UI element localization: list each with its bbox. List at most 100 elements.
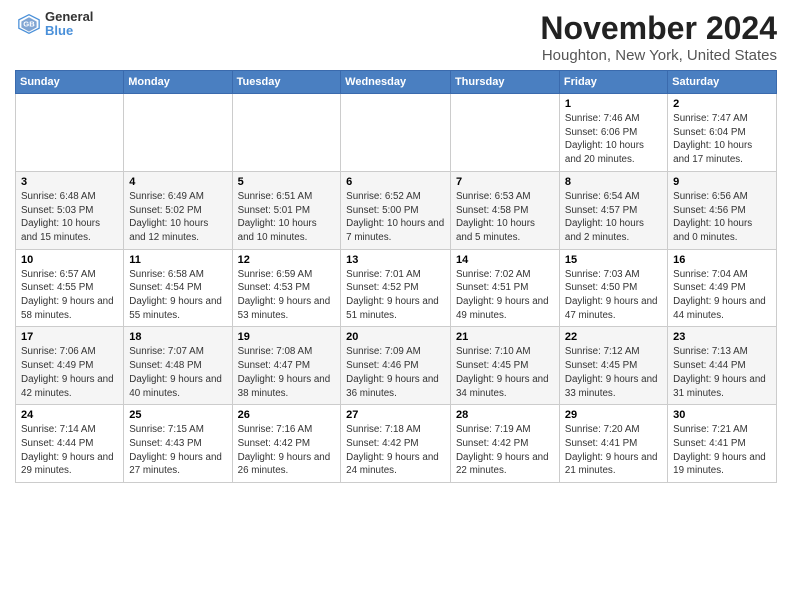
day-number: 27	[346, 409, 445, 421]
day-number: 25	[129, 409, 226, 421]
day-number: 14	[456, 254, 554, 266]
calendar-cell: 25 Sunrise: 7:15 AM Sunset: 4:43 PM Dayli…	[124, 405, 232, 483]
day-info: Sunrise: 6:53 AM Sunset: 4:58 PM Dayligh…	[456, 190, 554, 245]
day-of-week-header: Tuesday	[232, 71, 341, 94]
month-title: November 2024	[540, 10, 777, 47]
calendar-cell: 19Sunrise: 7:08 AM Sunset: 4:47 PM Dayli…	[232, 327, 341, 405]
calendar-cell: 15 Sunrise: 7:03 AM Sunset: 4:50 PM Dayli…	[559, 249, 667, 327]
day-info: Sunrise: 6:57 AM Sunset: 4:55 PM Dayligh…	[21, 268, 118, 323]
day-number: 23	[673, 331, 771, 343]
day-of-week-header: Thursday	[450, 71, 559, 94]
day-info: Sunrise: 7:47 AM Sunset: 6:04 PM Dayligh…	[673, 112, 771, 167]
day-number: 7	[456, 176, 554, 188]
calendar-cell: 18Sunrise: 7:07 AM Sunset: 4:48 PM Dayli…	[124, 327, 232, 405]
calendar-cell: 6 Sunrise: 6:52 AM Sunset: 5:00 PM Daylig…	[341, 171, 451, 249]
day-info: Sunrise: 7:06 AM Sunset: 4:49 PM Dayligh…	[21, 345, 118, 400]
calendar-cell	[341, 94, 451, 172]
day-number: 1	[565, 98, 662, 110]
day-info: Sunrise: 7:18 AM Sunset: 4:42 PM Dayligh…	[346, 423, 445, 478]
calendar-cell: 10 Sunrise: 6:57 AM Sunset: 4:55 PM Dayli…	[16, 249, 124, 327]
day-info: Sunrise: 7:21 AM Sunset: 4:41 PM Dayligh…	[673, 423, 771, 478]
logo-icon: GB	[15, 13, 43, 35]
day-of-week-header: Friday	[559, 71, 667, 94]
day-number: 6	[346, 176, 445, 188]
calendar-cell	[16, 94, 124, 172]
calendar-cell: 1 Sunrise: 7:46 AM Sunset: 6:06 PM Daylig…	[559, 94, 667, 172]
calendar-week-row: 3 Sunrise: 6:48 AM Sunset: 5:03 PM Daylig…	[16, 171, 777, 249]
main-container: GB General Blue November 2024 Houghton, …	[0, 0, 792, 493]
calendar-cell: 20 Sunrise: 7:09 AM Sunset: 4:46 PM Dayli…	[341, 327, 451, 405]
svg-text:GB: GB	[23, 20, 35, 29]
day-info: Sunrise: 6:48 AM Sunset: 5:03 PM Dayligh…	[21, 190, 118, 245]
day-number: 22	[565, 331, 662, 343]
calendar-week-row: 24 Sunrise: 7:14 AM Sunset: 4:44 PM Dayli…	[16, 405, 777, 483]
calendar-cell: 24 Sunrise: 7:14 AM Sunset: 4:44 PM Dayli…	[16, 405, 124, 483]
day-number: 2	[673, 98, 771, 110]
day-number: 17	[21, 331, 118, 343]
day-info: Sunrise: 7:13 AM Sunset: 4:44 PM Dayligh…	[673, 345, 771, 400]
day-info: Sunrise: 6:52 AM Sunset: 5:00 PM Dayligh…	[346, 190, 445, 245]
calendar-cell: 14 Sunrise: 7:02 AM Sunset: 4:51 PM Dayli…	[450, 249, 559, 327]
calendar-cell: 17 Sunrise: 7:06 AM Sunset: 4:49 PM Dayli…	[16, 327, 124, 405]
calendar-cell: 26Sunrise: 7:16 AM Sunset: 4:42 PM Dayli…	[232, 405, 341, 483]
title-section: November 2024 Houghton, New York, United…	[540, 10, 777, 64]
day-number: 9	[673, 176, 771, 188]
day-number: 15	[565, 254, 662, 266]
calendar-week-row: 17 Sunrise: 7:06 AM Sunset: 4:49 PM Dayli…	[16, 327, 777, 405]
calendar-cell: 22 Sunrise: 7:12 AM Sunset: 4:45 PM Dayli…	[559, 327, 667, 405]
day-info: Sunrise: 7:03 AM Sunset: 4:50 PM Dayligh…	[565, 268, 662, 323]
calendar-cell: 5 Sunrise: 6:51 AM Sunset: 5:01 PM Daylig…	[232, 171, 341, 249]
calendar-cell	[124, 94, 232, 172]
day-info: Sunrise: 7:09 AM Sunset: 4:46 PM Dayligh…	[346, 345, 445, 400]
day-info: Sunrise: 7:02 AM Sunset: 4:51 PM Dayligh…	[456, 268, 554, 323]
day-number: 16	[673, 254, 771, 266]
day-of-week-header: Sunday	[16, 71, 124, 94]
day-number: 8	[565, 176, 662, 188]
day-info: Sunrise: 7:12 AM Sunset: 4:45 PM Dayligh…	[565, 345, 662, 400]
day-number: 3	[21, 176, 118, 188]
calendar-cell: 3 Sunrise: 6:48 AM Sunset: 5:03 PM Daylig…	[16, 171, 124, 249]
calendar-cell: 28Sunrise: 7:19 AM Sunset: 4:42 PM Dayli…	[450, 405, 559, 483]
calendar-cell: 27 Sunrise: 7:18 AM Sunset: 4:42 PM Dayli…	[341, 405, 451, 483]
day-info: Sunrise: 6:54 AM Sunset: 4:57 PM Dayligh…	[565, 190, 662, 245]
day-number: 12	[238, 254, 336, 266]
day-number: 20	[346, 331, 445, 343]
day-info: Sunrise: 7:46 AM Sunset: 6:06 PM Dayligh…	[565, 112, 662, 167]
location-title: Houghton, New York, United States	[540, 47, 777, 64]
day-info: Sunrise: 7:01 AM Sunset: 4:52 PM Dayligh…	[346, 268, 445, 323]
logo-general-text: General	[45, 10, 93, 24]
header: GB General Blue November 2024 Houghton, …	[15, 10, 777, 64]
day-number: 19	[238, 331, 336, 343]
calendar-cell: 16 Sunrise: 7:04 AM Sunset: 4:49 PM Dayli…	[668, 249, 777, 327]
calendar-cell: 13Sunrise: 7:01 AM Sunset: 4:52 PM Dayli…	[341, 249, 451, 327]
day-info: Sunrise: 6:49 AM Sunset: 5:02 PM Dayligh…	[129, 190, 226, 245]
day-info: Sunrise: 7:15 AM Sunset: 4:43 PM Dayligh…	[129, 423, 226, 478]
calendar-cell: 11Sunrise: 6:58 AM Sunset: 4:54 PM Dayli…	[124, 249, 232, 327]
day-info: Sunrise: 6:59 AM Sunset: 4:53 PM Dayligh…	[238, 268, 336, 323]
calendar-table: SundayMondayTuesdayWednesdayThursdayFrid…	[15, 70, 777, 483]
day-info: Sunrise: 6:51 AM Sunset: 5:01 PM Dayligh…	[238, 190, 336, 245]
day-number: 11	[129, 254, 226, 266]
day-info: Sunrise: 7:14 AM Sunset: 4:44 PM Dayligh…	[21, 423, 118, 478]
day-number: 24	[21, 409, 118, 421]
calendar-week-row: 1 Sunrise: 7:46 AM Sunset: 6:06 PM Daylig…	[16, 94, 777, 172]
day-info: Sunrise: 7:20 AM Sunset: 4:41 PM Dayligh…	[565, 423, 662, 478]
logo-blue-text: Blue	[45, 24, 93, 38]
day-of-week-header: Monday	[124, 71, 232, 94]
logo: GB General Blue	[15, 10, 93, 39]
calendar-cell: 23 Sunrise: 7:13 AM Sunset: 4:44 PM Dayli…	[668, 327, 777, 405]
day-number: 30	[673, 409, 771, 421]
day-info: Sunrise: 7:07 AM Sunset: 4:48 PM Dayligh…	[129, 345, 226, 400]
day-of-week-header: Saturday	[668, 71, 777, 94]
day-number: 29	[565, 409, 662, 421]
day-of-week-header: Wednesday	[341, 71, 451, 94]
calendar-cell: 9Sunrise: 6:56 AM Sunset: 4:56 PM Daylig…	[668, 171, 777, 249]
day-number: 5	[238, 176, 336, 188]
calendar-header-row: SundayMondayTuesdayWednesdayThursdayFrid…	[16, 71, 777, 94]
calendar-week-row: 10 Sunrise: 6:57 AM Sunset: 4:55 PM Dayli…	[16, 249, 777, 327]
calendar-cell: 29 Sunrise: 7:20 AM Sunset: 4:41 PM Dayli…	[559, 405, 667, 483]
day-info: Sunrise: 7:04 AM Sunset: 4:49 PM Dayligh…	[673, 268, 771, 323]
calendar-cell: 2 Sunrise: 7:47 AM Sunset: 6:04 PM Daylig…	[668, 94, 777, 172]
day-number: 10	[21, 254, 118, 266]
calendar-cell: 21Sunrise: 7:10 AM Sunset: 4:45 PM Dayli…	[450, 327, 559, 405]
